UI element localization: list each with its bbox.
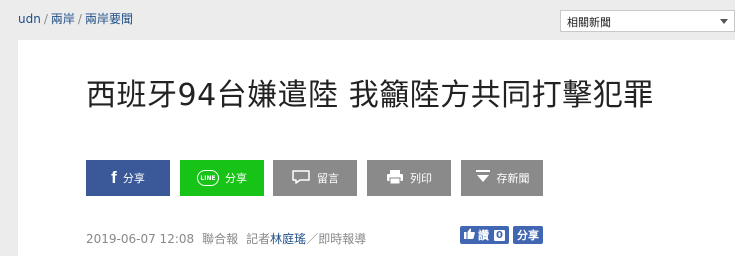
like-count: 0	[494, 229, 505, 241]
print-button[interactable]: 列印	[367, 160, 451, 196]
facebook-social-plugin: 讚 0 分享	[460, 226, 543, 244]
facebook-icon: f	[111, 168, 117, 187]
breadcrumb: udn / 兩岸 / 兩岸要聞	[18, 10, 133, 27]
thumbs-up-icon	[464, 228, 475, 242]
article-card: 西班牙94台嫌遣陸 我籲陸方共同打擊犯罪 f 分享 LINE 分享 留言 列印	[18, 40, 735, 256]
save-news-button[interactable]: 存新聞	[461, 160, 543, 196]
line-share-button[interactable]: LINE 分享	[180, 160, 264, 196]
top-bar: udn / 兩岸 / 兩岸要聞 相關新聞	[0, 0, 735, 40]
article-meta: 2019-06-07 12:08 聯合報 記者 林庭瑤 ／即時報導	[86, 230, 366, 247]
breadcrumb-item-cross-strait-news[interactable]: 兩岸要聞	[85, 12, 133, 26]
facebook-share-label: 分享	[122, 172, 145, 185]
facebook-share-button[interactable]: f 分享	[86, 160, 170, 196]
comment-label: 留言	[317, 172, 339, 185]
line-icon: LINE	[197, 170, 219, 186]
line-share-label: 分享	[225, 172, 247, 185]
chevron-down-icon	[720, 19, 728, 24]
print-label: 列印	[410, 172, 432, 185]
speech-bubble-icon	[291, 169, 311, 188]
breadcrumb-item-udn[interactable]: udn	[18, 12, 41, 26]
facebook-like-button[interactable]: 讚 0	[460, 226, 509, 244]
reporter-name[interactable]: 林庭瑤	[270, 230, 306, 247]
like-label: 讚	[478, 229, 489, 242]
download-icon	[475, 169, 491, 188]
publish-datetime: 2019-06-07 12:08	[86, 231, 195, 246]
breadcrumb-separator: /	[43, 12, 48, 26]
reporter-prefix: 記者	[246, 232, 271, 246]
news-source: 聯合報	[202, 232, 239, 246]
article-title: 西班牙94台嫌遣陸 我籲陸方共同打擊犯罪	[86, 78, 654, 113]
facebook-share-small-button[interactable]: 分享	[512, 226, 543, 244]
comment-button[interactable]: 留言	[273, 160, 357, 196]
breadcrumb-item-cross-strait[interactable]: 兩岸	[51, 12, 75, 26]
save-news-label: 存新聞	[496, 172, 530, 185]
related-news-select[interactable]: 相關新聞	[560, 10, 735, 32]
reporter-suffix: ／即時報導	[306, 232, 367, 246]
related-news-select-value: 相關新聞	[567, 16, 611, 29]
breadcrumb-separator: /	[77, 12, 82, 26]
printer-icon	[386, 169, 404, 188]
